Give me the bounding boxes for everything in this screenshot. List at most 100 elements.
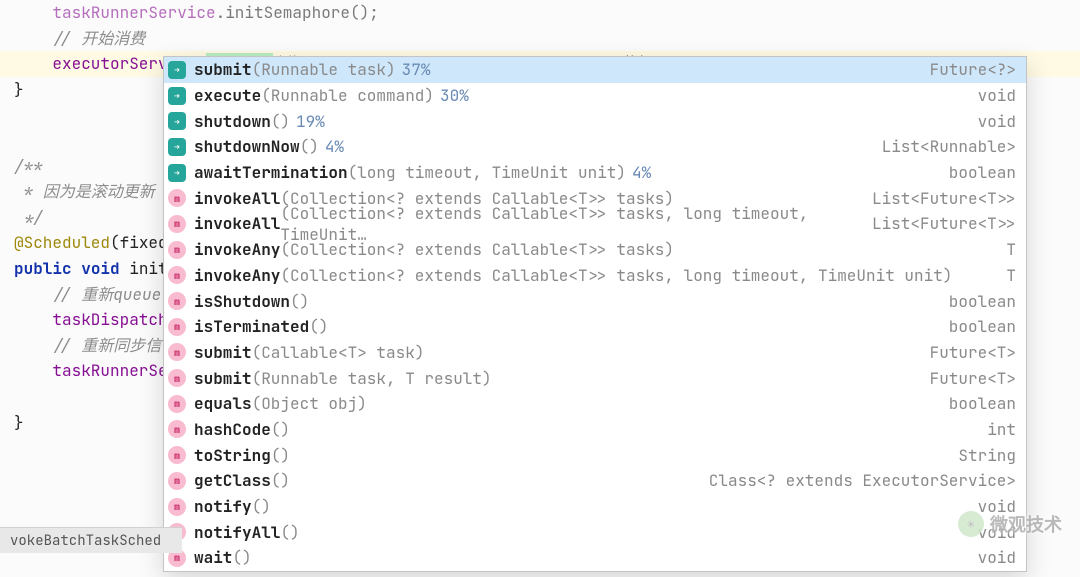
completion-item[interactable]: msubmit(Callable<T> task) Future<T> xyxy=(164,340,1026,366)
wechat-icon: ✳ xyxy=(958,511,984,537)
run-icon: ➔ xyxy=(168,61,186,79)
method-params: () xyxy=(271,445,290,466)
return-type: int xyxy=(987,419,1016,440)
method-params: () xyxy=(232,547,251,568)
completion-item[interactable]: mnotify()void xyxy=(164,494,1026,520)
method-params: () xyxy=(300,136,319,157)
method-icon: m xyxy=(168,446,186,464)
completion-item[interactable]: ➔submit(Runnable task)37%Future<?> xyxy=(164,57,1026,83)
usage-percent: 37% xyxy=(402,59,431,80)
method-params: (Runnable command) xyxy=(261,85,434,106)
method-params: (Object obj) xyxy=(252,393,367,414)
return-type: void xyxy=(978,547,1016,568)
return-type: boolean xyxy=(949,393,1016,414)
method-icon: m xyxy=(168,292,186,310)
method-name: hashCode xyxy=(194,419,271,440)
method-icon: m xyxy=(168,215,186,233)
return-type: List<Future<T>> xyxy=(872,188,1016,209)
return-type: String xyxy=(958,445,1016,466)
return-type: Future<T> xyxy=(930,342,1016,363)
return-type: Class<? extends ExecutorService> xyxy=(709,470,1016,491)
method-params: (Runnable task, T result) xyxy=(252,368,492,389)
method-name: shutdownNow xyxy=(194,136,300,157)
completion-item[interactable]: mwait()void xyxy=(164,545,1026,571)
method-icon: m xyxy=(168,369,186,387)
method-name: awaitTermination xyxy=(194,162,348,183)
run-icon: ➔ xyxy=(168,138,186,156)
method-name: invokeAny xyxy=(194,239,280,260)
completion-item[interactable]: m invokeAny(Collection<? extends Callable… xyxy=(164,237,1026,263)
method-icon: m xyxy=(168,266,186,284)
method-params: () xyxy=(290,291,309,312)
method-params: (Callable<T> task) xyxy=(252,342,425,363)
watermark: ✳ 微观技术 xyxy=(958,511,1062,537)
method-name: notifyAll xyxy=(194,522,280,543)
method-name: submit xyxy=(194,342,252,363)
method-params: () xyxy=(271,470,290,491)
method-icon: m xyxy=(168,318,186,336)
run-icon: ➔ xyxy=(168,164,186,182)
completion-item[interactable]: ➔ shutdownNow() 4% List<Runnable> xyxy=(164,134,1026,160)
completion-item[interactable]: msubmit(Runnable task, T result) Future<T… xyxy=(164,365,1026,391)
completion-item[interactable]: m isTerminated() boolean xyxy=(164,314,1026,340)
completion-item[interactable]: minvokeAny(Collection<? extends Callable… xyxy=(164,263,1026,289)
return-type: void xyxy=(978,85,1016,106)
method-name: shutdown xyxy=(194,111,271,132)
method-params: (Runnable task) xyxy=(252,59,396,80)
completion-item[interactable]: m toString() String xyxy=(164,442,1026,468)
return-type: List<Future<T>> xyxy=(872,213,1016,234)
method-params: () xyxy=(280,522,299,543)
method-name: isTerminated xyxy=(194,316,309,337)
comment: // 开始消费 xyxy=(52,28,145,49)
return-type: Future<T> xyxy=(930,368,1016,389)
completion-item[interactable]: ➔shutdown()19%void xyxy=(164,108,1026,134)
completion-item[interactable]: ➔ execute(Runnable command) 30% void xyxy=(164,83,1026,109)
method-name: invokeAll xyxy=(194,188,280,209)
field-ref: taskRunnerService xyxy=(52,2,215,23)
return-type: T xyxy=(1006,265,1016,286)
method-name: invokeAny xyxy=(194,265,280,286)
method-name: execute xyxy=(194,85,261,106)
method-icon: m xyxy=(168,343,186,361)
watermark-text: 微观技术 xyxy=(990,511,1062,537)
method-name: toString xyxy=(194,445,271,466)
completion-item[interactable]: mequals(Object obj) boolean xyxy=(164,391,1026,417)
method-name: notify xyxy=(194,496,252,517)
completion-item[interactable]: mnotifyAll()void xyxy=(164,519,1026,545)
method-name: wait xyxy=(194,547,232,568)
method-icon: m xyxy=(168,395,186,413)
completion-popup[interactable]: ➔submit(Runnable task)37%Future<?>➔execu… xyxy=(163,56,1027,572)
return-type: boolean xyxy=(949,316,1016,337)
method-params: () xyxy=(309,316,328,337)
method-name: equals xyxy=(194,393,252,414)
method-name: isShutdown xyxy=(194,291,290,312)
return-type: void xyxy=(978,111,1016,132)
usage-percent: 4% xyxy=(632,162,651,183)
ide-editor: taskRunnerService.initSemaphore(); // 开始… xyxy=(0,0,1080,577)
completion-item[interactable]: minvokeAll(Collection<? extends Callable… xyxy=(164,211,1026,237)
method-name: submit xyxy=(194,59,252,80)
run-icon: ➔ xyxy=(168,87,186,105)
method-name: getClass xyxy=(194,470,271,491)
method-params: () xyxy=(252,496,271,517)
run-icon: ➔ xyxy=(168,112,186,130)
completion-item[interactable]: ➔awaitTermination(long timeout, TimeUnit… xyxy=(164,160,1026,186)
method-icon: m xyxy=(168,498,186,516)
method-icon: m xyxy=(168,189,186,207)
method-params: () xyxy=(271,111,290,132)
method-icon: m xyxy=(168,472,186,490)
method-params: (Collection<? extends Callable<T>> tasks… xyxy=(280,239,674,260)
completion-item[interactable]: mhashCode()int xyxy=(164,417,1026,443)
method-name: invokeAll xyxy=(194,213,280,234)
usage-percent: 4% xyxy=(325,136,344,157)
method-icon: m xyxy=(168,241,186,259)
editor-tab[interactable]: vokeBatchTaskSched xyxy=(0,527,182,553)
return-type: T xyxy=(1006,239,1016,260)
method-params: () xyxy=(271,419,290,440)
usage-percent: 30% xyxy=(440,85,469,106)
completion-item[interactable]: m getClass() Class<? extends ExecutorServi… xyxy=(164,468,1026,494)
completion-item[interactable]: misShutdown()boolean xyxy=(164,288,1026,314)
return-type: List<Runnable> xyxy=(882,136,1016,157)
method-name: submit xyxy=(194,368,252,389)
return-type: boolean xyxy=(949,162,1016,183)
